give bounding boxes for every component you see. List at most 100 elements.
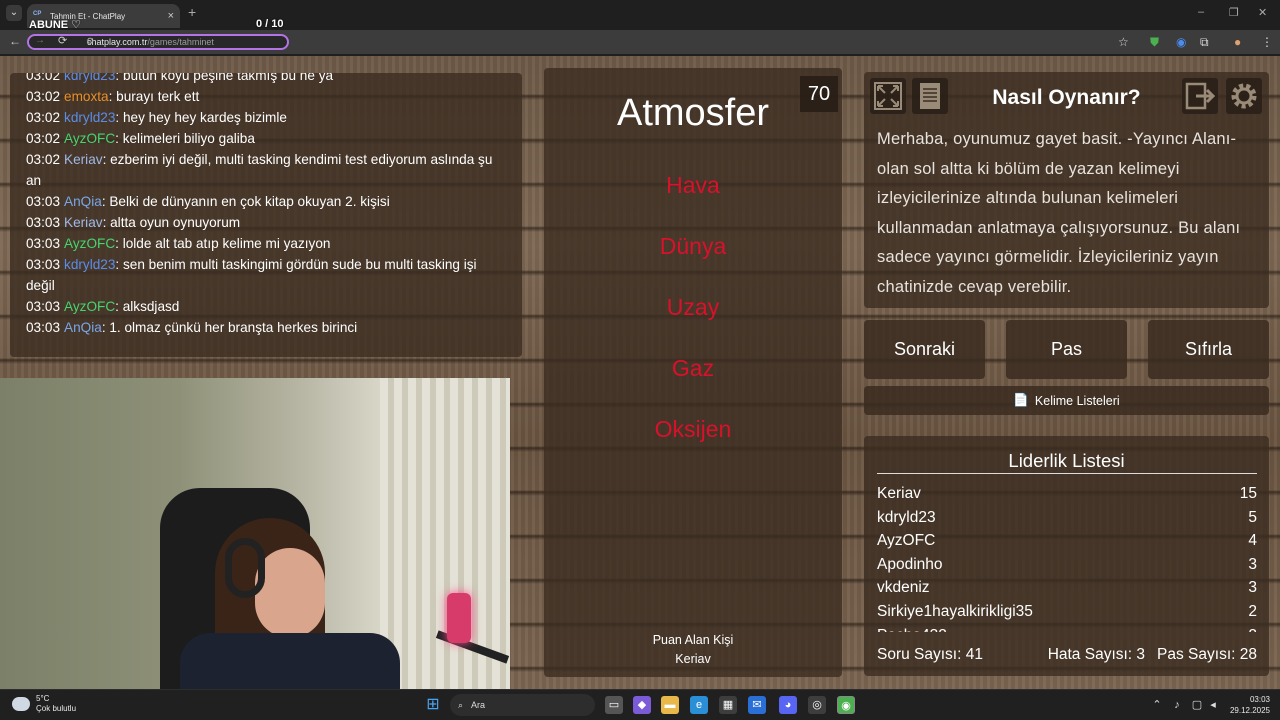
next-button[interactable]: Sonraki — [864, 320, 985, 379]
taskbar-clock[interactable]: 03:03 29.12.2025 — [1224, 694, 1270, 716]
chat-message: 03:02 Keriav: ezberim iyi değil, multi ta… — [26, 149, 506, 191]
taboo-word: Oksijen — [654, 416, 732, 442]
chat-message: 03:03 Keriav: altta oyun oynuyorum — [26, 212, 506, 233]
close-window-button[interactable]: ✕ — [1258, 6, 1267, 19]
game-stats: Soru Sayısı: 41 Hata Sayısı: 3 Pas Sayıs… — [877, 646, 1257, 664]
chat-username: Keriav — [64, 215, 103, 230]
edge-icon[interactable]: e — [690, 696, 708, 714]
word-list-icon: 📄 — [1013, 393, 1029, 407]
error-count: Hata Sayısı: 3 — [1047, 646, 1146, 663]
tray-chevron-icon[interactable]: ⌃ — [1148, 696, 1166, 714]
word-panel: 70 Atmosfer Hava Dünya Uzay Gaz Oksijen … — [544, 68, 842, 677]
how-to-play-panel: Nasıl Oynanır? Merhaba, oyunumuz gayet b… — [864, 72, 1269, 308]
windows-start-icon[interactable]: ⊞ — [424, 696, 442, 714]
document-icon — [920, 83, 940, 109]
chat-username: AyzOFC — [64, 236, 116, 251]
chat-message: 03:03 AyzOFC: lolde alt tab atıp kelime m… — [26, 233, 506, 254]
new-tab-button[interactable]: + — [188, 4, 196, 20]
extension-audio-icon[interactable]: ◉ — [1176, 35, 1186, 49]
chat-text: : kelimeleri biliyo galiba — [115, 131, 255, 146]
chat-text: : hey hey hey kardeş bizimle — [115, 110, 287, 125]
copilot-icon[interactable]: ◆ — [633, 696, 651, 714]
tab-close-icon[interactable]: × — [168, 10, 174, 22]
chat-message: 03:03 AnQia: 1. olmaz çünkü her branşta h… — [26, 317, 506, 338]
word-lists-button[interactable]: 📄 Kelime Listeleri — [864, 386, 1269, 415]
clock-time: 03:03 — [1249, 695, 1270, 704]
chat-username: kdryld23 — [64, 110, 116, 125]
chat-text: : 1. olmaz çünkü her branşta herkes biri… — [101, 320, 358, 335]
search-placeholder: Ara — [471, 700, 486, 710]
profile-avatar-icon[interactable]: ● — [1234, 35, 1241, 49]
microphone-icon — [447, 593, 471, 643]
extension-shield-icon[interactable]: ⛊ — [1150, 35, 1159, 50]
cloud-icon — [12, 697, 30, 711]
forward-arrow-icon[interactable]: → — [35, 35, 45, 46]
pass-button[interactable]: Pas — [1006, 320, 1127, 379]
leaderboard-row: AyzOFC 4 — [877, 529, 1257, 553]
weather-temp: 5°C — [36, 694, 50, 703]
player-name: vkdeniz — [877, 579, 930, 597]
file-explorer-icon[interactable]: ▬ — [661, 696, 679, 714]
settings-button[interactable] — [1226, 78, 1262, 114]
player-score: 5 — [1248, 508, 1257, 526]
leaderboard-row: Sirkiye1hayalkirikligi35 2 — [877, 600, 1257, 624]
chat-time: 03:02 — [26, 110, 61, 125]
webcam-feed — [0, 378, 510, 689]
reset-button[interactable]: Sıfırla — [1148, 320, 1269, 379]
chat-time: 03:03 — [26, 257, 61, 272]
chat-time: 03:03 — [26, 320, 61, 335]
chat-text: : burayı terk ett — [108, 89, 200, 104]
tab-search-button[interactable]: ⌄ — [6, 5, 22, 21]
chat-message-list: 03:02 kdryld23: bütün köyü peşine takmış … — [26, 73, 506, 338]
exit-icon — [1185, 82, 1216, 110]
microphone-tray-icon[interactable]: ♪ — [1168, 696, 1186, 714]
leaderboard-row: vkdeniz 3 — [877, 576, 1257, 600]
scorer-label: Puan Alan Kişi — [652, 633, 734, 647]
browser-menu-icon[interactable]: ⋮ — [1261, 35, 1273, 49]
reload-icon[interactable]: ⟳ — [58, 34, 67, 47]
chat-username: AnQia — [64, 194, 102, 209]
search-icon: ⌕ — [458, 699, 464, 710]
chat-message: 03:02 kdryld23: bütün köyü peşine takmış … — [26, 73, 506, 86]
player-name: Apodinho — [877, 555, 943, 573]
chat-text: : Belki de dünyanın en çok kitap okuyan … — [101, 194, 390, 209]
chat-panel: 03:02 kdryld23: bütün köyü peşine takmış … — [10, 73, 522, 357]
player-name: Sirkiye1hayalkirikligi35 — [877, 602, 1033, 620]
weather-widget[interactable]: 5°C Çok bulutlu — [12, 694, 76, 714]
app-icon[interactable]: ◎ — [808, 696, 826, 714]
minimize-button[interactable]: – — [1198, 6, 1204, 18]
notes-button[interactable] — [912, 78, 948, 114]
back-arrow-icon[interactable]: ← — [9, 34, 21, 48]
question-count: Soru Sayısı: 41 — [877, 646, 983, 663]
volume-icon[interactable]: ◂ — [1204, 696, 1222, 714]
chat-username: Keriav — [64, 152, 103, 167]
chat-username: kdryld23 — [64, 73, 116, 83]
chat-time: 03:02 — [26, 131, 61, 146]
game-page: 03:02 kdryld23: bütün köyü peşine takmış … — [0, 56, 1280, 689]
chat-message: 03:03 AnQia: Belki de dünyanın en çok kit… — [26, 191, 506, 212]
player-name: Pacho432 — [877, 624, 947, 632]
taskbar-search[interactable]: ⌕ Ara — [450, 694, 595, 716]
task-view-icon[interactable]: ▭ — [605, 696, 623, 714]
leaderboard-list[interactable]: Keriav 15 kdryld23 5 AyzOFC 4 Apodinho 3 vkd… — [877, 482, 1257, 632]
target-word: Atmosfer — [616, 92, 770, 134]
player-name: Keriav — [877, 485, 921, 502]
store-icon[interactable]: ▦ — [719, 696, 737, 714]
webcam-streamer-face — [255, 548, 325, 638]
site-info-icon[interactable]: ⚙ — [86, 36, 94, 47]
taboo-word: Dünya — [659, 233, 727, 259]
exit-button[interactable] — [1182, 78, 1218, 114]
chrome-icon[interactable]: ◉ — [837, 696, 855, 714]
address-bar-row: ← chatplay.com.tr/games/tahminet → ⟳ ⚙ ☆… — [0, 30, 1280, 54]
maximize-button[interactable]: ❐ — [1229, 6, 1239, 19]
bookmark-star-icon[interactable]: ☆ — [1118, 35, 1129, 49]
chat-text: : bütün köyü peşine takmış bu ne ya — [115, 73, 334, 83]
url-host: chatplay.com.tr — [87, 37, 148, 47]
mail-icon[interactable]: ✉ — [748, 696, 766, 714]
discord-icon[interactable]: ◕ — [779, 696, 797, 714]
webcam-curtain — [380, 378, 510, 689]
leaderboard-row: Pacho432 2 — [877, 624, 1257, 632]
chat-message: 03:02 AyzOFC: kelimeleri biliyo galiba — [26, 128, 506, 149]
extensions-puzzle-icon[interactable]: ⧉ — [1200, 35, 1209, 50]
fullscreen-button[interactable] — [870, 78, 906, 114]
